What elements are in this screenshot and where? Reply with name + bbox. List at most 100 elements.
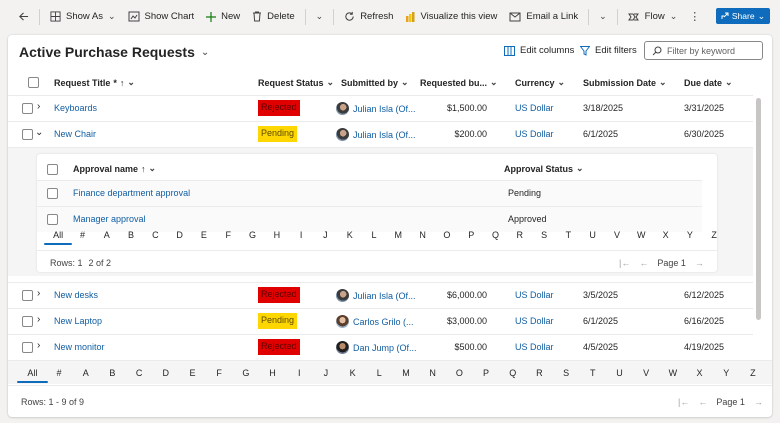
submitter-link[interactable]: Julian Isla (Of...	[336, 289, 416, 302]
request-title-link[interactable]: New desks	[54, 290, 98, 300]
table-row[interactable]: › New Laptop Pending Carlos Grilo (... $…	[8, 308, 753, 334]
jumpbar-letter[interactable]: C	[143, 230, 167, 240]
jumpbar-letter[interactable]: R	[526, 368, 553, 378]
request-title-link[interactable]: New monitor	[54, 342, 105, 352]
column-header-title[interactable]: Request Title * ↑ ⌄	[54, 77, 135, 88]
expand-chevron-icon[interactable]: ›	[37, 340, 40, 351]
jumpbar-letter[interactable]: H	[259, 368, 286, 378]
share-button[interactable]: Share ⌄	[716, 8, 770, 24]
jumpbar-letter[interactable]: I	[289, 230, 313, 240]
jumpbar-letter[interactable]: F	[206, 368, 233, 378]
subgrid-column-approval-status[interactable]: Approval Status ⌄	[504, 163, 584, 174]
first-page-icon[interactable]: |←	[678, 397, 689, 407]
flow-button[interactable]: Flow ⌄	[622, 0, 684, 33]
request-title-link[interactable]: New Laptop	[54, 316, 102, 326]
table-row[interactable]: ⌄ New Chair Pending Julian Isla (Of... $…	[8, 121, 753, 147]
overflow-menu-button[interactable]: ⋮	[683, 0, 706, 33]
jumpbar-letter[interactable]: A	[72, 368, 99, 378]
jumpbar-letter[interactable]: P	[473, 368, 500, 378]
approval-name-link[interactable]: Finance department approval	[73, 188, 190, 198]
jumpbar-letter[interactable]: J	[313, 368, 340, 378]
column-header-status[interactable]: Request Status ⌄	[258, 77, 334, 88]
jumpbar-letter[interactable]: Q	[499, 368, 526, 378]
subgrid-select-all-checkbox[interactable]	[47, 164, 58, 175]
column-header-currency[interactable]: Currency ⌄	[515, 77, 565, 88]
subgrid-row[interactable]: Manager approval Approved	[37, 206, 702, 232]
row-checkbox[interactable]	[22, 103, 33, 114]
jumpbar-letter[interactable]: B	[119, 230, 143, 240]
request-title-link[interactable]: Keyboards	[54, 103, 97, 113]
next-page-icon[interactable]: →	[695, 258, 704, 268]
jumpbar-letter[interactable]: D	[152, 368, 179, 378]
jumpbar-letter[interactable]: Y	[678, 230, 702, 240]
refresh-button[interactable]: Refresh	[338, 0, 399, 33]
more-options-chevron[interactable]: ⌄	[310, 0, 330, 33]
jumpbar-letter[interactable]: L	[366, 368, 393, 378]
jumpbar-letter[interactable]: V	[633, 368, 660, 378]
column-header-due-date[interactable]: Due date ⌄	[684, 77, 733, 88]
jumpbar-letter[interactable]: M	[393, 368, 420, 378]
column-header-submitted-by[interactable]: Submitted by ⌄	[341, 77, 409, 88]
back-button[interactable]	[12, 0, 35, 33]
new-button[interactable]: New	[200, 0, 246, 33]
currency-link[interactable]: US Dollar	[515, 290, 554, 300]
jumpbar-letter[interactable]: S	[553, 368, 580, 378]
previous-page-icon[interactable]: ←	[698, 397, 707, 407]
jumpbar-letter[interactable]: E	[179, 368, 206, 378]
jumpbar-letter[interactable]: T	[579, 368, 606, 378]
jumpbar-letter[interactable]: #	[46, 368, 73, 378]
jumpbar-letter[interactable]: U	[606, 368, 633, 378]
request-title-link[interactable]: New Chair	[54, 129, 96, 139]
email-more-chevron[interactable]: ⌄	[593, 0, 613, 33]
table-row[interactable]: › New monitor Rejected Dan Jump (Of... $…	[8, 334, 753, 360]
row-checkbox[interactable]	[22, 129, 33, 140]
table-row[interactable]: › New desks Rejected Julian Isla (Of... …	[8, 282, 753, 308]
jumpbar-letter[interactable]: Y	[713, 368, 740, 378]
jumpbar-letter[interactable]: E	[192, 230, 216, 240]
select-all-checkbox[interactable]	[28, 77, 39, 88]
next-page-icon[interactable]: →	[754, 397, 763, 407]
jumpbar-letter[interactable]: I	[286, 368, 313, 378]
submitter-link[interactable]: Julian Isla (Of...	[336, 102, 416, 115]
jumpbar-letter[interactable]: O	[435, 230, 459, 240]
jumpbar-letter[interactable]: Z	[740, 368, 767, 378]
expand-chevron-icon[interactable]: ›	[37, 314, 40, 325]
jumpbar-letter[interactable]: Z	[702, 230, 717, 240]
keyword-filter-input[interactable]: Filter by keyword	[644, 41, 763, 60]
submitter-link[interactable]: Julian Isla (Of...	[336, 128, 416, 141]
jumpbar-letter[interactable]: O	[446, 368, 473, 378]
row-checkbox[interactable]	[22, 290, 33, 301]
jumpbar-letter[interactable]: G	[240, 230, 264, 240]
jumpbar-letter[interactable]: W	[660, 368, 687, 378]
currency-link[interactable]: US Dollar	[515, 129, 554, 139]
jumpbar-letter[interactable]: F	[216, 230, 240, 240]
column-header-submission-date[interactable]: Submission Date ⌄	[583, 77, 667, 88]
jumpbar-letter[interactable]: K	[338, 230, 362, 240]
jumpbar-letter[interactable]: Q	[483, 230, 507, 240]
row-checkbox[interactable]	[47, 188, 58, 199]
edit-columns-button[interactable]: Edit columns	[504, 45, 574, 56]
jumpbar-letter[interactable]: N	[410, 230, 434, 240]
jumpbar-letter[interactable]: W	[629, 230, 653, 240]
email-link-button[interactable]: Email a Link	[503, 0, 584, 33]
delete-button[interactable]: Delete	[246, 0, 300, 33]
expand-chevron-icon[interactable]: ›	[37, 101, 40, 112]
view-selector[interactable]: Active Purchase Requests ⌄	[19, 44, 209, 60]
row-checkbox[interactable]	[22, 316, 33, 327]
first-page-icon[interactable]: |←	[619, 258, 630, 268]
subgrid-column-approval-name[interactable]: Approval name ↑ ⌄	[73, 163, 156, 174]
jumpbar-letter[interactable]: H	[265, 230, 289, 240]
jumpbar-letter[interactable]: P	[459, 230, 483, 240]
jumpbar-letter[interactable]: K	[339, 368, 366, 378]
jumpbar-letter[interactable]: G	[233, 368, 260, 378]
jumpbar-letter[interactable]: V	[605, 230, 629, 240]
jumpbar-letter[interactable]: T	[556, 230, 580, 240]
jumpbar-letter[interactable]: X	[686, 368, 713, 378]
jumpbar-letter[interactable]: B	[99, 368, 126, 378]
jumpbar-letter[interactable]: D	[167, 230, 191, 240]
subgrid-row[interactable]: Finance department approval Pending	[37, 180, 702, 206]
jumpbar-letter[interactable]: X	[653, 230, 677, 240]
main-grid-scrollbar[interactable]	[756, 98, 761, 320]
jumpbar-letter[interactable]: L	[362, 230, 386, 240]
row-checkbox[interactable]	[47, 214, 58, 225]
